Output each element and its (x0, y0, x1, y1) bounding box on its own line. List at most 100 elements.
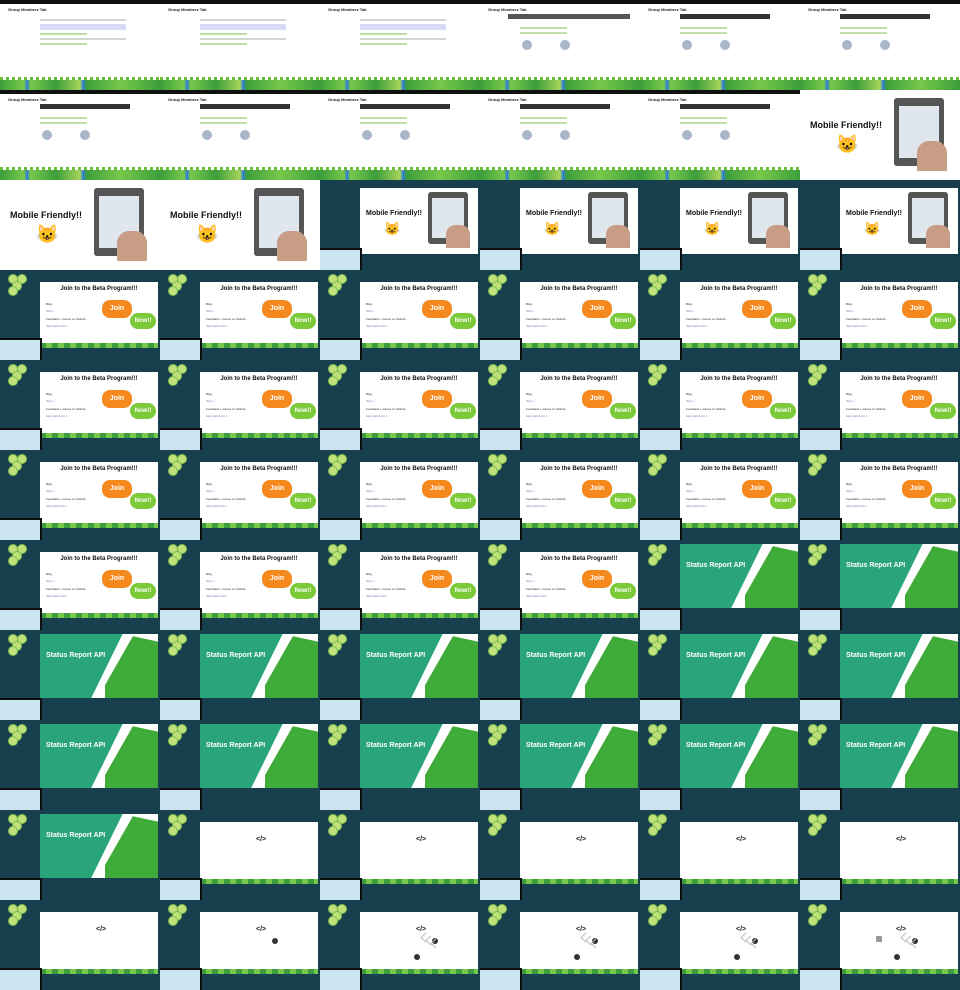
link-url[interactable]: https://... (46, 580, 104, 583)
chevron-icon (590, 938, 601, 949)
link-url[interactable]: https://github.com/... (46, 415, 104, 418)
link-label: Feedback + issues on GitHub (366, 497, 406, 501)
link-url[interactable]: https://... (526, 400, 584, 403)
join-bubble: Join (582, 480, 612, 498)
link-url[interactable]: https://... (206, 400, 264, 403)
link-url[interactable]: https://github.com/... (206, 415, 264, 418)
link-url[interactable]: https://... (366, 310, 424, 313)
code-tag: </> (96, 926, 107, 933)
thumbnail: Join to the Beta Program!!! Blog https://.… (320, 540, 480, 630)
link-url[interactable]: https://github.com/... (846, 505, 904, 508)
content-line (200, 43, 248, 45)
beta-links: Blog https://... Feedback + issues on GitH… (46, 482, 104, 512)
event-logo (328, 904, 358, 926)
browser-top-bar (320, 90, 480, 94)
link-url[interactable]: https://github.com/... (686, 325, 744, 328)
thumbnail: Group Members Tab (800, 0, 960, 90)
content-line (40, 24, 126, 30)
now-bubble: Now!! (130, 493, 156, 509)
link-url[interactable]: https://github.com/... (526, 325, 584, 328)
link-url[interactable]: https://... (686, 490, 744, 493)
link-url[interactable]: https://github.com/... (366, 415, 424, 418)
thumbnail: Mobile Friendly!! 😺 (0, 180, 160, 270)
link-url[interactable]: https://github.com/... (46, 595, 104, 598)
browser-top-bar (640, 90, 800, 94)
slide-frame: Join to the Beta Program!!! Blog https://.… (200, 552, 318, 618)
speaker-window-preview (800, 880, 840, 900)
member-avatar (682, 40, 692, 50)
event-logo (8, 724, 38, 746)
link-url[interactable]: https://github.com/... (46, 325, 104, 328)
logo-dot (648, 466, 658, 476)
beta-title: Join to the Beta Program!!! (220, 556, 298, 562)
join-bubble: Join (902, 390, 932, 408)
browser-top-bar (0, 0, 160, 4)
logo-dot (8, 286, 18, 296)
link-url[interactable]: https://github.com/... (526, 415, 584, 418)
link-label: Blog (46, 392, 53, 396)
link-url[interactable]: https://github.com/... (366, 595, 424, 598)
link-url[interactable]: https://... (846, 490, 904, 493)
link-url[interactable]: https://github.com/... (46, 505, 104, 508)
grass-footer (480, 77, 640, 90)
link-url[interactable]: https://github.com/... (686, 505, 744, 508)
screencast-title: Group Members Tab (328, 7, 367, 12)
link-url[interactable]: https://github.com/... (526, 595, 584, 598)
slide-grass-footer (40, 523, 158, 528)
member-avatar (42, 130, 52, 140)
link-url[interactable]: https://... (526, 310, 584, 313)
link-label: Blog (686, 482, 693, 486)
link-url[interactable]: https://... (366, 400, 424, 403)
link-url[interactable]: https://... (846, 400, 904, 403)
beta-links: Blog https://... Feedback + issues on GitH… (206, 302, 264, 332)
beta-title: Join to the Beta Program!!! (860, 466, 938, 472)
slide-grass-footer (200, 879, 318, 884)
link-url[interactable]: https://... (206, 310, 264, 313)
link-url[interactable]: https://... (846, 310, 904, 313)
now-bubble: Now!! (930, 313, 956, 329)
browser-top-bar (160, 90, 320, 94)
link-url[interactable]: https://... (46, 490, 104, 493)
beta-title: Join to the Beta Program!!! (540, 466, 618, 472)
link-url[interactable]: https://... (206, 490, 264, 493)
thumbnail: Join to the Beta Program!!! Blog https://.… (160, 270, 320, 360)
status-title: Status Report API (846, 652, 906, 659)
logo-dot (168, 736, 178, 746)
code-tag: </> (256, 926, 267, 933)
link-url[interactable]: https://github.com/... (526, 505, 584, 508)
link-url[interactable]: https://... (686, 310, 744, 313)
link-url[interactable]: https://... (46, 310, 104, 313)
thumbnail: Join to the Beta Program!!! Blog https://.… (160, 450, 320, 540)
link-url[interactable]: https://github.com/... (686, 415, 744, 418)
link-url[interactable]: https://... (526, 490, 584, 493)
link-url[interactable]: https://github.com/... (846, 325, 904, 328)
link-url[interactable]: https://github.com/... (206, 505, 264, 508)
thumbnail: </>Join (320, 810, 480, 900)
slide-grass-footer (680, 969, 798, 974)
link-url[interactable]: https://... (46, 400, 104, 403)
member-avatar (400, 130, 410, 140)
content-line (200, 117, 248, 119)
link-url[interactable]: https://... (526, 580, 584, 583)
logo-dot (328, 466, 338, 476)
screencast-title: Group Members Tab (8, 7, 47, 12)
link-url[interactable]: https://github.com/... (846, 415, 904, 418)
link-url[interactable]: https://github.com/... (206, 595, 264, 598)
screencast-title: Group Members Tab (808, 7, 847, 12)
link-url[interactable]: https://... (686, 400, 744, 403)
link-url[interactable]: https://... (366, 580, 424, 583)
status-slide: Status Report API (40, 724, 158, 788)
link-label: Feedback + issues on GitHub (366, 587, 406, 591)
link-url[interactable]: https://github.com/... (366, 505, 424, 508)
member-avatar (202, 130, 212, 140)
link-url[interactable]: https://github.com/... (206, 325, 264, 328)
link-url[interactable]: https://... (206, 580, 264, 583)
slide-frame: Join to the Beta Program!!! Blog https://.… (360, 372, 478, 438)
link-url[interactable]: https://... (366, 490, 424, 493)
thumbnail: Join to the Beta Program!!! Blog https://.… (800, 450, 960, 540)
event-logo (488, 544, 518, 566)
link-url[interactable]: https://github.com/... (366, 325, 424, 328)
now-bubble: Now!! (930, 403, 956, 419)
smiling-cat-icon: 😺 (196, 224, 219, 244)
thumbnail: Status Report APIStatus Re (160, 720, 320, 810)
